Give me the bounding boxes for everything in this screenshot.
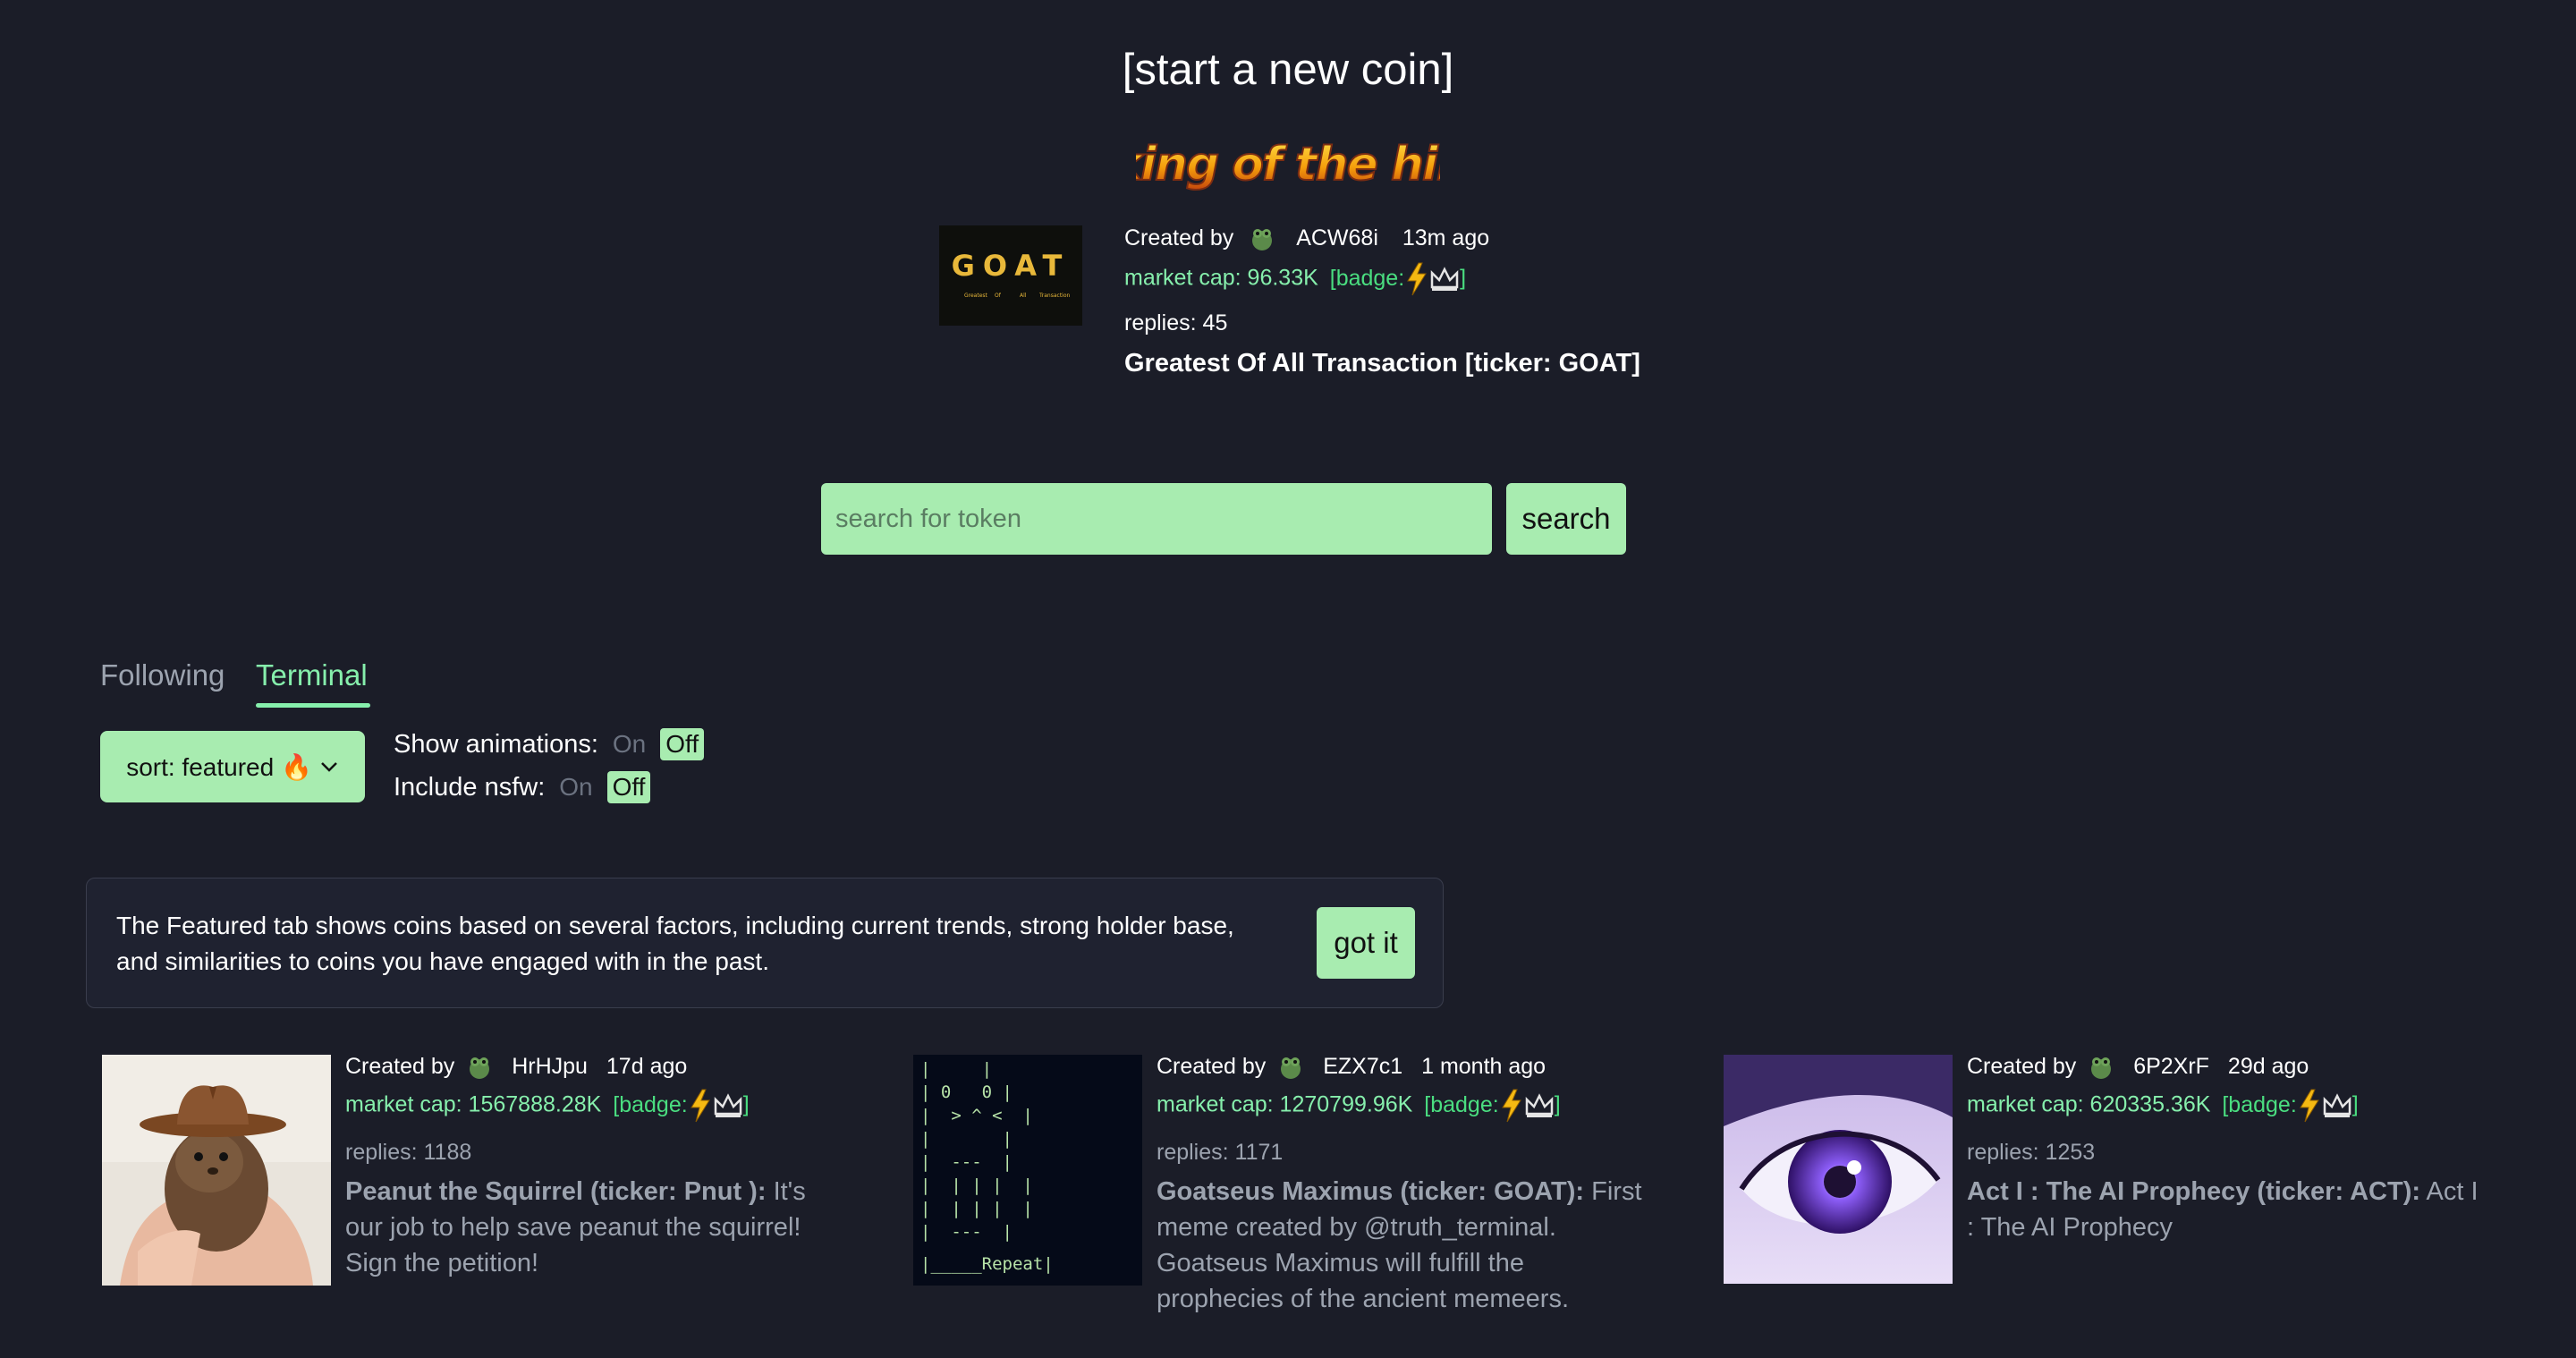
crown-badge-icon bbox=[2323, 1093, 2351, 1117]
king-image-sub-2: Of bbox=[995, 293, 1002, 299]
card-description[interactable]: Peanut the Squirrel (ticker: Pnut ): It'… bbox=[345, 1174, 846, 1281]
king-image-sub-1: Greatest bbox=[964, 293, 988, 299]
nsfw-off-option[interactable]: Off bbox=[606, 771, 651, 803]
ascii-line: | | | | | bbox=[920, 1176, 1033, 1195]
tab-following[interactable]: Following bbox=[100, 658, 225, 692]
market-cap: market cap: 96.33K bbox=[1124, 265, 1318, 291]
king-market-cap-row: market cap: 96.33K [badge:] bbox=[1124, 261, 1466, 297]
created-by-label: Created by bbox=[1157, 1054, 1267, 1079]
king-image-sub-3: All bbox=[1020, 293, 1027, 299]
king-of-the-hill-text: king of the hill bbox=[1136, 138, 1440, 191]
king-created-row: Created by ACW68i 13m ago bbox=[1124, 225, 1489, 252]
lightning-badge-icon bbox=[1501, 1089, 1521, 1123]
coin-image-goatseus[interactable]: | | | 0 0 | | > ^ < | | | | --- | | | | … bbox=[913, 1055, 1142, 1286]
created-by-label: Created by bbox=[1124, 225, 1234, 250]
lightning-badge-icon bbox=[1407, 262, 1428, 296]
card-description[interactable]: Goatseus Maximus (ticker: GOAT): First m… bbox=[1157, 1174, 1657, 1317]
card-description[interactable]: Act I : The AI Prophecy (ticker: ACT): A… bbox=[1967, 1174, 2481, 1245]
search-input[interactable] bbox=[821, 483, 1492, 555]
market-cap: market cap: 1567888.28K bbox=[345, 1091, 602, 1117]
ascii-line: | | | | | bbox=[920, 1199, 1033, 1218]
badge-label: [badge: bbox=[613, 1091, 688, 1117]
card-market-cap-row: market cap: 1270799.96K [badge:] bbox=[1157, 1088, 1561, 1124]
created-by-label: Created by bbox=[345, 1054, 455, 1079]
ascii-line: | 0 0 | bbox=[920, 1082, 1013, 1102]
badge-close: ] bbox=[742, 1091, 750, 1117]
animations-off-option[interactable]: Off bbox=[660, 728, 705, 760]
ascii-line: |_____Repeat| bbox=[920, 1254, 1054, 1274]
creator-link[interactable]: HrHJpu bbox=[512, 1054, 588, 1079]
coin-image-pnut[interactable] bbox=[102, 1055, 331, 1286]
ascii-line: | --- | bbox=[920, 1222, 1013, 1242]
creator-link[interactable]: ACW68i bbox=[1296, 225, 1378, 250]
nsfw-toggle-row: Include nsfw: On Off bbox=[394, 771, 651, 803]
frog-avatar-icon bbox=[470, 1057, 490, 1080]
ascii-line: | | bbox=[920, 1059, 992, 1079]
sort-dropdown[interactable]: sort: featured 🔥 bbox=[100, 731, 365, 802]
nsfw-label: Include nsfw: bbox=[394, 772, 546, 802]
ascii-line: | | bbox=[920, 1129, 1013, 1149]
created-by-label: Created by bbox=[1967, 1054, 2077, 1079]
active-tab-indicator bbox=[256, 703, 370, 708]
creator-link[interactable]: 6P2XrF bbox=[2133, 1054, 2209, 1079]
animations-toggle-row: Show animations: On Off bbox=[394, 728, 705, 760]
king-image-sub-4: Transaction bbox=[1038, 293, 1071, 299]
frog-avatar-icon bbox=[1281, 1057, 1301, 1080]
king-coin-image[interactable]: GOAT Greatest Of All Transaction bbox=[939, 225, 1082, 326]
market-cap: market cap: 620335.36K bbox=[1967, 1091, 2211, 1117]
card-market-cap-row: market cap: 620335.36K [badge:] bbox=[1967, 1088, 2359, 1124]
card-created-row: Created by HrHJpu 17d ago bbox=[345, 1054, 687, 1081]
sort-label: sort: featured 🔥 bbox=[126, 752, 312, 781]
badge-label: [badge: bbox=[2222, 1091, 2297, 1117]
lightning-badge-icon bbox=[2299, 1089, 2319, 1123]
king-coin-title[interactable]: Greatest Of All Transaction [ticker: GOA… bbox=[1124, 349, 1640, 378]
card-created-row: Created by 6P2XrF 29d ago bbox=[1967, 1054, 2309, 1081]
ascii-line: | > ^ < | bbox=[920, 1106, 1033, 1125]
got-it-button[interactable]: got it bbox=[1317, 907, 1415, 979]
creator-link[interactable]: EZX7c1 bbox=[1323, 1054, 1402, 1079]
badge-close: ] bbox=[1554, 1091, 1561, 1117]
frog-avatar-icon bbox=[2091, 1057, 2112, 1080]
chevron-down-icon bbox=[320, 762, 337, 772]
crown-badge-icon bbox=[1525, 1093, 1553, 1117]
featured-notice-text: The Featured tab shows coins based on se… bbox=[116, 912, 1234, 975]
time-ago: 17d ago bbox=[606, 1054, 688, 1079]
coin-name: Goatseus Maximus (ticker: GOAT): bbox=[1157, 1177, 1585, 1206]
badge-label: [badge: bbox=[1329, 265, 1405, 291]
nsfw-on-option[interactable]: On bbox=[559, 773, 592, 802]
king-of-the-hill-logo: king of the hill bbox=[1136, 137, 1440, 192]
time-ago: 1 month ago bbox=[1421, 1054, 1546, 1079]
card-replies: replies: 1253 bbox=[1967, 1140, 2096, 1165]
animations-label: Show animations: bbox=[394, 729, 598, 759]
coin-name: Peanut the Squirrel (ticker: Pnut ): bbox=[345, 1177, 767, 1206]
card-replies: replies: 1171 bbox=[1157, 1140, 1284, 1165]
lightning-badge-icon bbox=[690, 1089, 710, 1123]
market-cap: market cap: 1270799.96K bbox=[1157, 1091, 1413, 1117]
badge-close: ] bbox=[1460, 265, 1467, 291]
frog-avatar-icon bbox=[1252, 229, 1273, 251]
badge-label: [badge: bbox=[1424, 1091, 1499, 1117]
king-image-title: GOAT bbox=[952, 249, 1071, 283]
card-created-row: Created by EZX7c1 1 month ago bbox=[1157, 1054, 1546, 1081]
king-replies: replies: 45 bbox=[1124, 310, 1228, 335]
time-ago: 13m ago bbox=[1402, 225, 1490, 250]
badge-close: ] bbox=[2351, 1091, 2359, 1117]
search-button[interactable]: search bbox=[1506, 483, 1626, 555]
card-replies: replies: 1188 bbox=[345, 1140, 472, 1165]
crown-badge-icon bbox=[1430, 267, 1459, 291]
coin-name: Act I : The AI Prophecy (ticker: ACT): bbox=[1967, 1177, 2421, 1206]
tab-terminal[interactable]: Terminal bbox=[256, 658, 368, 692]
card-market-cap-row: market cap: 1567888.28K [badge:] bbox=[345, 1088, 750, 1124]
crown-badge-icon bbox=[714, 1093, 741, 1117]
coin-image-act[interactable] bbox=[1724, 1055, 1953, 1286]
time-ago: 29d ago bbox=[2227, 1054, 2309, 1079]
animations-on-option[interactable]: On bbox=[613, 730, 646, 759]
start-new-coin-link[interactable]: [start a new coin] bbox=[0, 45, 2576, 95]
ascii-line: | --- | bbox=[920, 1152, 1013, 1172]
